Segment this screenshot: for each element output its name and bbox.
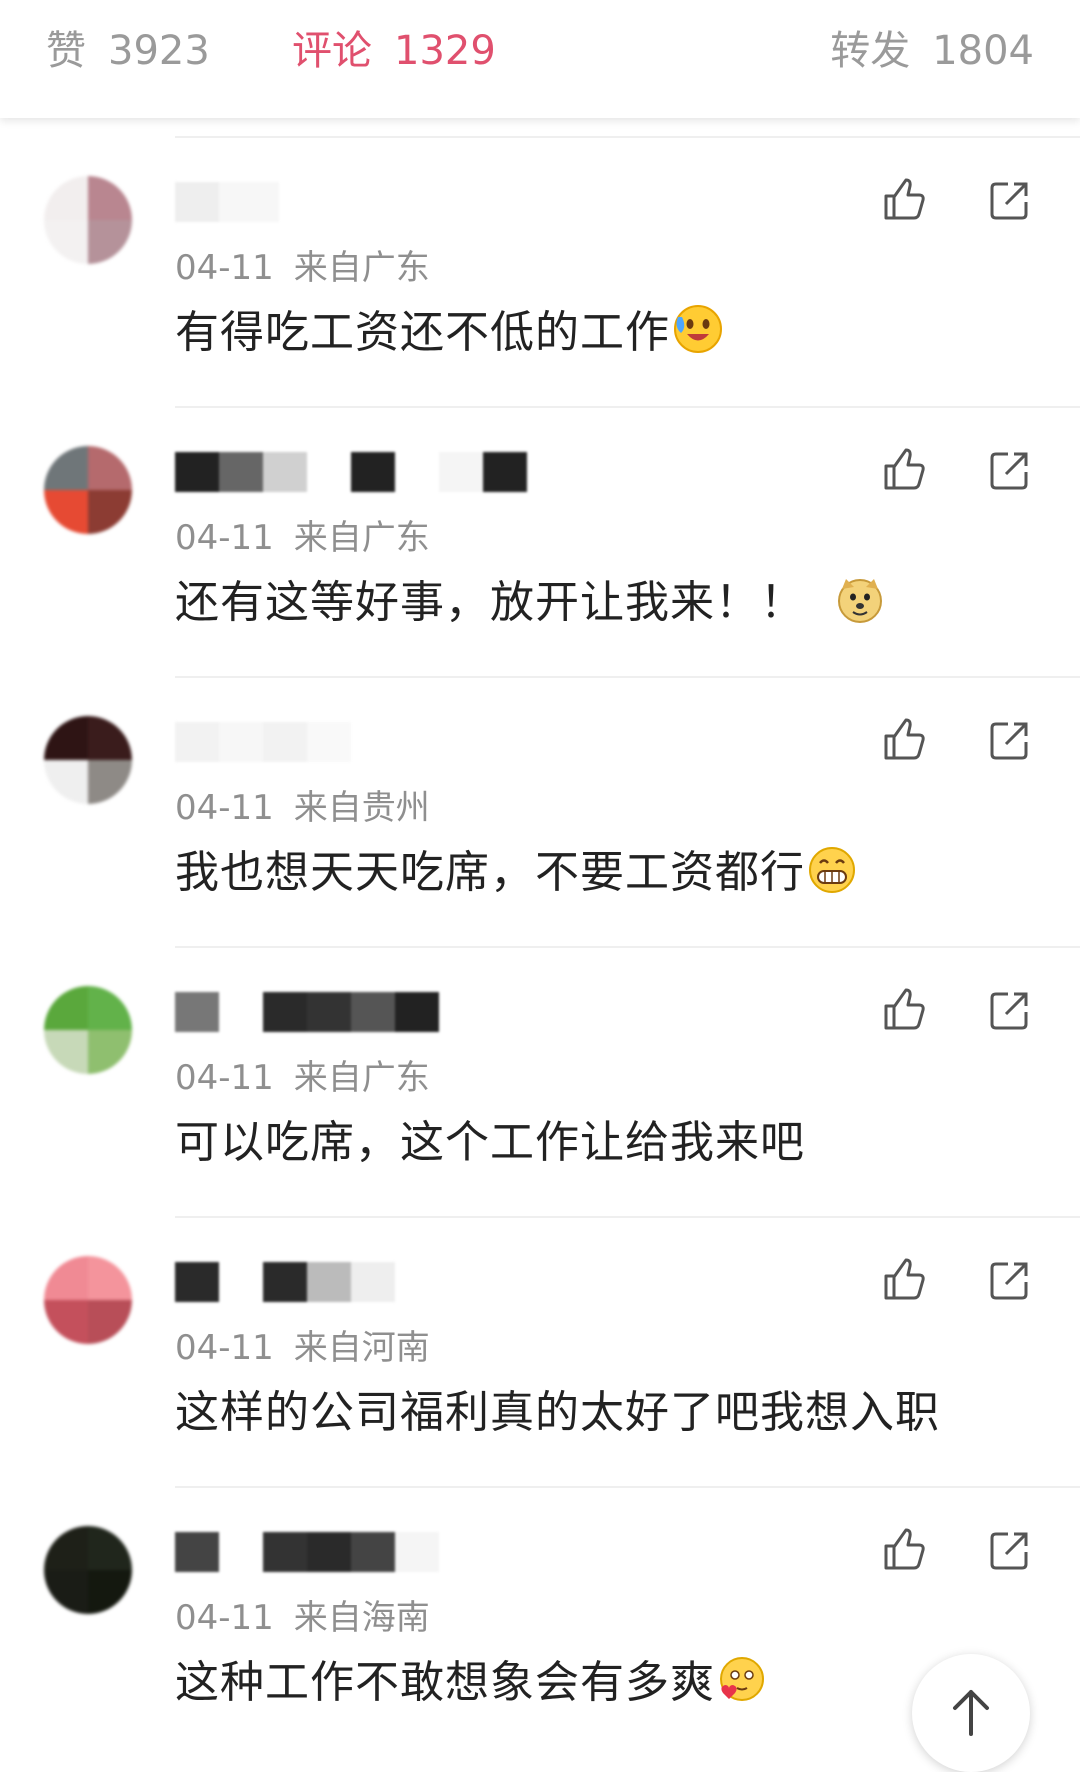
like-button[interactable] [880, 1256, 928, 1304]
tab-comments[interactable]: 评论 1329 [292, 18, 496, 76]
comment-date: 04-11 [175, 788, 274, 828]
comment-text-content: 这样的公司福利真的太好了吧我想入职 [175, 1387, 940, 1438]
crying-laughing-emoji [672, 303, 724, 366]
thumbs-up-icon [884, 178, 925, 220]
comment-text: 还有这等好事，放开让我来！！ [175, 566, 885, 636]
username-blurred[interactable] [175, 992, 535, 1032]
doge-emoji [835, 575, 885, 636]
comment-item: 04-11 来自贵州 我也想天天吃席，不要工资都行 [0, 676, 1080, 947]
comment-divider [175, 406, 1080, 408]
comment-date: 04-11 [175, 248, 274, 288]
share-button[interactable] [986, 446, 1034, 494]
thumbs-up-icon [884, 988, 925, 1030]
share-button[interactable] [986, 1256, 1034, 1304]
share-button[interactable] [986, 176, 1034, 224]
grinning-emoji [807, 845, 857, 906]
tab-likes-label: 赞 [46, 28, 86, 74]
comment-text: 这样的公司福利真的太好了吧我想入职 [175, 1376, 940, 1440]
comment-location: 来自河南 [293, 1328, 430, 1368]
like-button[interactable] [880, 716, 928, 764]
comment-text: 这种工作不敢想象会有多爽 [175, 1646, 767, 1716]
thumbs-up-icon [884, 1258, 925, 1300]
share-icon [990, 182, 1028, 220]
tab-reposts-label: 转发 [830, 28, 911, 74]
comment-location: 来自海南 [293, 1598, 430, 1638]
comment-meta: 04-11 来自海南 [175, 1590, 430, 1639]
comment-item: 04-11 来自广东 还有这等好事，放开让我来！！ [0, 406, 1080, 677]
comment-item: 04-11 来自河南 这样的公司福利真的太好了吧我想入职 [0, 1216, 1080, 1487]
share-icon [990, 722, 1028, 760]
thumbs-up-icon [884, 718, 925, 760]
avatar[interactable] [44, 1256, 132, 1344]
comment-divider [175, 1486, 1080, 1488]
tab-likes-count: 3923 [108, 28, 210, 74]
thumbs-up-icon [884, 1528, 925, 1570]
comment-meta: 04-11 来自广东 [175, 1050, 430, 1099]
comment-meta: 04-11 来自广东 [175, 240, 430, 289]
comment-text-content: 可以吃席，这个工作让给我来吧 [175, 1117, 805, 1168]
share-icon [990, 452, 1028, 490]
share-button[interactable] [986, 986, 1034, 1034]
comment-meta: 04-11 来自河南 [175, 1320, 430, 1369]
username-blurred[interactable] [175, 1532, 535, 1572]
comment-date: 04-11 [175, 518, 274, 558]
comment-date: 04-11 [175, 1328, 274, 1368]
comment-meta: 04-11 来自广东 [175, 510, 430, 559]
avatar[interactable] [44, 446, 132, 534]
comment-text-content: 还有这等好事，放开让我来！！ [175, 577, 805, 628]
comment-text: 有得吃工资还不低的工作 [175, 296, 724, 366]
share-icon [990, 1262, 1028, 1300]
tab-comments-label: 评论 [292, 28, 372, 74]
avatar[interactable] [44, 716, 132, 804]
share-icon [990, 1532, 1028, 1570]
thumbs-up-icon [884, 448, 925, 490]
comment-location: 来自广东 [293, 518, 430, 558]
comment-item: 04-11 来自广东 可以吃席，这个工作让给我来吧 [0, 946, 1080, 1217]
comment-meta: 04-11 来自贵州 [175, 780, 430, 829]
comment-date: 04-11 [175, 1058, 274, 1098]
comment-text-content: 有得吃工资还不低的工作 [175, 307, 670, 358]
username-blurred[interactable] [175, 452, 535, 492]
heart-eyes-emoji [717, 1655, 767, 1716]
tab-reposts[interactable]: 转发 1804 [830, 18, 1034, 76]
comment-item: 04-11 来自广东 有得吃工资还不低的工作 [0, 136, 1080, 407]
comment-date: 04-11 [175, 1598, 274, 1638]
interaction-tab-bar: 赞 3923 评论 1329 转发 1804 [0, 0, 1080, 118]
username-blurred[interactable] [175, 722, 535, 762]
comment-text-content: 我也想天天吃席，不要工资都行 [175, 847, 805, 898]
username-blurred[interactable] [175, 1262, 535, 1302]
scroll-to-top-button[interactable] [912, 1654, 1030, 1772]
comment-text-content: 这种工作不敢想象会有多爽 [175, 1657, 715, 1708]
comment-text: 我也想天天吃席，不要工资都行 [175, 836, 857, 906]
arrow-up-icon [953, 1690, 989, 1736]
comment-divider [175, 676, 1080, 678]
share-button[interactable] [986, 1526, 1034, 1574]
like-button[interactable] [880, 1526, 928, 1574]
comment-location: 来自广东 [293, 248, 430, 288]
tab-comments-count: 1329 [394, 28, 496, 74]
avatar[interactable] [44, 1526, 132, 1614]
username-blurred[interactable] [175, 182, 535, 222]
comment-location: 来自广东 [293, 1058, 430, 1098]
comment-divider [175, 136, 1080, 138]
like-button[interactable] [880, 986, 928, 1034]
comment-divider [175, 946, 1080, 948]
share-button[interactable] [986, 716, 1034, 764]
share-icon [990, 992, 1028, 1030]
comment-text: 可以吃席，这个工作让给我来吧 [175, 1106, 805, 1170]
tab-reposts-count: 1804 [932, 28, 1034, 74]
comment-location: 来自贵州 [293, 788, 430, 828]
avatar[interactable] [44, 176, 132, 264]
like-button[interactable] [880, 446, 928, 494]
tab-likes[interactable]: 赞 3923 [46, 18, 210, 76]
like-button[interactable] [880, 176, 928, 224]
avatar[interactable] [44, 986, 132, 1074]
comment-divider [175, 1216, 1080, 1218]
